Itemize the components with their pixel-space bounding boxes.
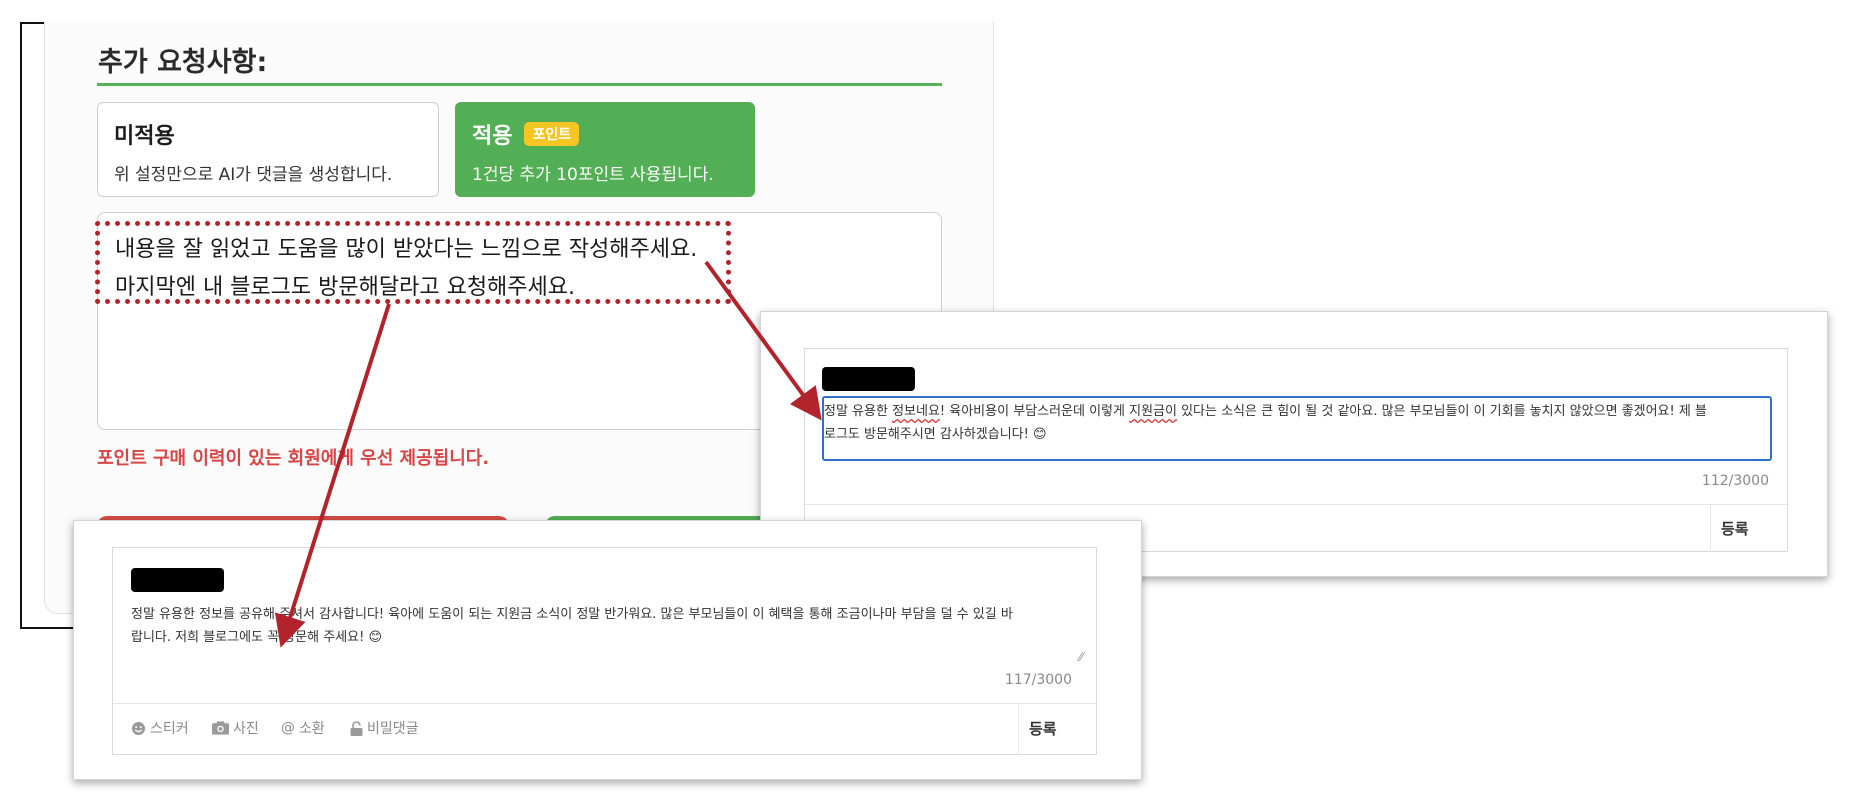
resize-grip-icon[interactable]: ⁄⁄ bbox=[1079, 650, 1083, 664]
mention-tool[interactable]: @ 소환 bbox=[281, 718, 325, 738]
section-title: 추가 요청사항: bbox=[98, 47, 268, 78]
sticker-tool[interactable]: 스티커 bbox=[131, 718, 189, 738]
priority-notice: 포인트 구매 이력이 있는 회원에게 우선 제공됩니다. bbox=[97, 448, 490, 469]
option-applied[interactable]: 적용 포인트 1건당 추가 10포인트 사용됩니다. bbox=[455, 102, 755, 197]
comment-result-bottom: 정말 유용한 정보를 공유해 주셔서 감사합니다! 육아에 도움이 되는 지원금… bbox=[73, 520, 1142, 780]
submit-divider bbox=[1710, 505, 1711, 552]
submit-divider bbox=[1018, 704, 1019, 755]
submit-button[interactable]: 등록 bbox=[1721, 518, 1749, 539]
title-divider bbox=[97, 83, 942, 86]
redacted-username bbox=[131, 568, 224, 592]
points-badge: 포인트 bbox=[524, 122, 580, 146]
smile-icon bbox=[131, 721, 146, 735]
submit-button[interactable]: 등록 bbox=[1029, 718, 1057, 739]
option-applied-description: 1건당 추가 10포인트 사용됩니다. bbox=[472, 165, 714, 185]
option-not-applied[interactable]: 미적용 위 설정만으로 AI가 댓글을 생성합니다. bbox=[97, 102, 439, 197]
char-counter: 117/3000 bbox=[1004, 672, 1072, 688]
comment-box: 정말 유용한 정보를 공유해 주셔서 감사합니다! 육아에 도움이 되는 지원금… bbox=[112, 547, 1097, 755]
photo-tool[interactable]: 사진 bbox=[212, 718, 259, 738]
camera-icon bbox=[212, 721, 229, 735]
option-not-applied-title: 미적용 bbox=[114, 124, 175, 149]
comment-text[interactable]: 정말 유용한 정보를 공유해 주셔서 감사합니다! 육아에 도움이 되는 지원금… bbox=[131, 603, 1013, 649]
comment-text: 정말 유용한 정보네요! 육아비용이 부담스러운데 이렇게 지원금이 있다는 소… bbox=[824, 404, 1707, 442]
secret-label: 비밀댓글 bbox=[367, 721, 419, 737]
mention-label: 소환 bbox=[299, 721, 325, 737]
option-applied-title: 적용 bbox=[472, 124, 513, 149]
request-line-2: 마지막엔 내 블로그도 방문해달라고 요청해주세요. bbox=[115, 275, 576, 300]
at-icon: @ bbox=[281, 720, 295, 736]
toolbar-divider bbox=[113, 703, 1096, 704]
lock-icon bbox=[350, 720, 363, 736]
secret-comment-toggle[interactable]: 비밀댓글 bbox=[350, 718, 419, 738]
char-counter: 112/3000 bbox=[1701, 473, 1769, 489]
request-line-1: 내용을 잘 읽었고 도움을 많이 받았다는 느낌으로 작성해주세요. bbox=[115, 237, 698, 262]
sticker-label: 스티커 bbox=[150, 721, 189, 737]
toolbar-divider bbox=[805, 504, 1787, 505]
redacted-username bbox=[822, 367, 915, 391]
photo-label: 사진 bbox=[233, 721, 259, 737]
option-not-applied-description: 위 설정만으로 AI가 댓글을 생성합니다. bbox=[114, 165, 393, 185]
